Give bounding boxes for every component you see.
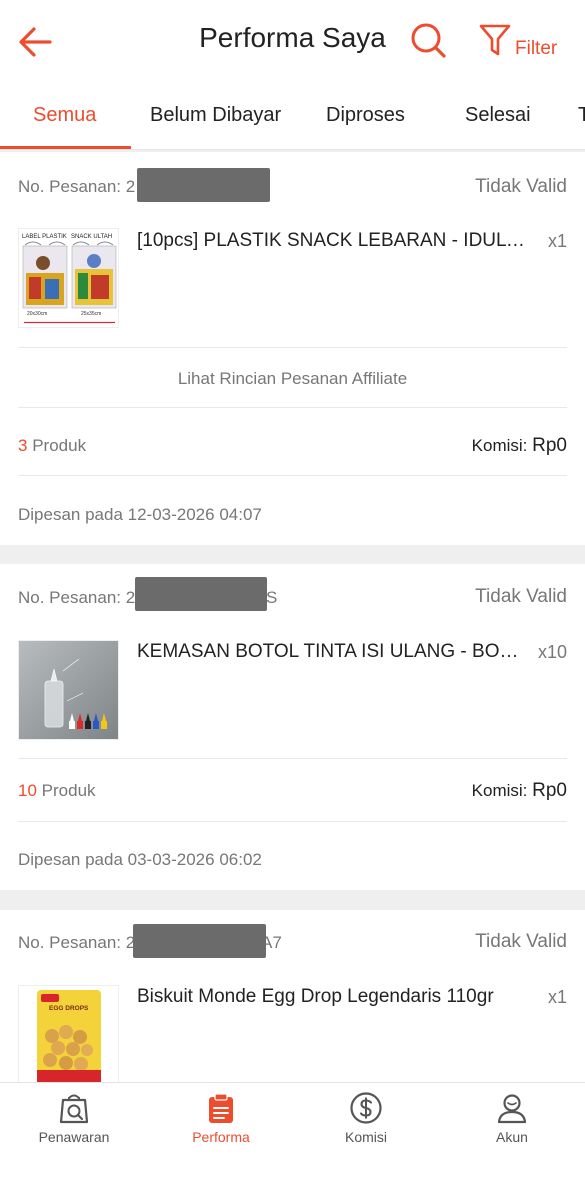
commission: Komisi: Rp0 [471,435,567,456]
filter-label: Filter [515,38,558,59]
filter-button[interactable]: Filter [478,22,578,62]
product-thumbnail[interactable] [18,640,119,740]
tab-belum-dibayar[interactable]: Belum Dibayar [150,104,281,127]
clipboard-icon [209,1093,233,1123]
order-number: No. Pesanan: 2 A7 [18,933,282,952]
redacted-order-id [137,168,270,202]
divider [18,407,567,408]
product-quantity: x1 [547,987,567,1007]
product-name[interactable]: KEMASAN BOTOL TINTA ISI ULANG - BOTOL [137,641,527,663]
bottom-navigation: Penawaran Performa Komisi Akun [0,1082,585,1200]
status-badge: Tidak Valid [475,176,567,197]
status-badge: Tidak Valid [475,586,567,607]
tab-diproses[interactable]: Diproses [326,104,405,127]
product-quantity: x10 [537,642,567,662]
active-tab-indicator [0,146,131,149]
tab-selesai[interactable]: Selesai [465,104,531,127]
nav-akun[interactable]: Akun [452,1091,572,1171]
filter-icon [479,24,511,56]
tab-overflow-hint[interactable]: T [578,104,585,127]
svg-text:SNACK ULTAH: SNACK ULTAH [71,234,112,240]
divider [18,758,567,759]
status-badge: Tidak Valid [475,931,567,952]
order-date: Dipesan pada 03-03-2026 06:02 [18,850,262,869]
product-thumbnail[interactable]: LABEL PLASTIK SNACK ULTAH 20x30cm 25x35c… [18,228,119,328]
product-quantity: x1 [547,231,567,251]
nav-performa[interactable]: Performa [161,1091,281,1171]
dollar-circle-icon [350,1092,382,1124]
plastic-snack-bag-image: LABEL PLASTIK SNACK ULTAH 20x30cm 25x35c… [19,229,118,327]
search-button[interactable] [410,22,448,60]
product-count: 3 Produk [18,436,87,455]
divider [18,347,567,348]
product-thumbnail[interactable]: EGG DROPS [18,985,119,1082]
product-count: 10 Produk [18,781,96,800]
divider [18,475,567,476]
redacted-order-id [135,577,267,611]
redacted-order-id [133,924,266,958]
ink-bottle-image [19,641,118,739]
search-icon [411,23,446,58]
commission: Komisi: Rp0 [471,780,567,801]
svg-text:LABEL PLASTIK: LABEL PLASTIK [22,234,67,240]
order-card[interactable]: No. Pesanan: 2 A7 Tidak Valid EGG DROPS B… [0,910,585,1082]
divider [18,821,567,822]
svg-text:20x30cm: 20x30cm [27,311,47,317]
status-tabs: Semua Belum Dibayar Diproses Selesai T [0,82,585,150]
order-card[interactable]: No. Pesanan: 2 Tidak Valid LABEL PLASTIK… [0,152,585,545]
user-icon [497,1094,527,1124]
order-number: No. Pesanan: 2 [18,177,136,196]
product-name[interactable]: [10pcs] PLASTIK SNACK LEBARAN - IDUL FIT… [137,230,527,252]
affiliate-order-details-link[interactable]: Lihat Rincian Pesanan Affiliate [0,369,585,389]
product-name[interactable]: Biskuit Monde Egg Drop Legendaris 110gr [137,986,527,1008]
nav-penawaran[interactable]: Penawaran [14,1091,134,1171]
svg-text:25x35cm: 25x35cm [81,311,101,317]
tab-semua[interactable]: Semua [33,104,96,127]
svg-text:EGG DROPS: EGG DROPS [49,1005,89,1012]
order-card[interactable]: No. Pesanan: 2S Tidak Valid KEMASAN BOTO… [0,564,585,890]
app-header: Performa Saya Filter [0,0,585,82]
nav-komisi[interactable]: Komisi [306,1091,426,1171]
order-date: Dipesan pada 12-03-2026 04:07 [18,505,262,524]
egg-drop-biscuit-image: EGG DROPS [19,986,118,1082]
offer-bag-icon [59,1094,89,1124]
order-number: No. Pesanan: 2S [18,588,278,607]
